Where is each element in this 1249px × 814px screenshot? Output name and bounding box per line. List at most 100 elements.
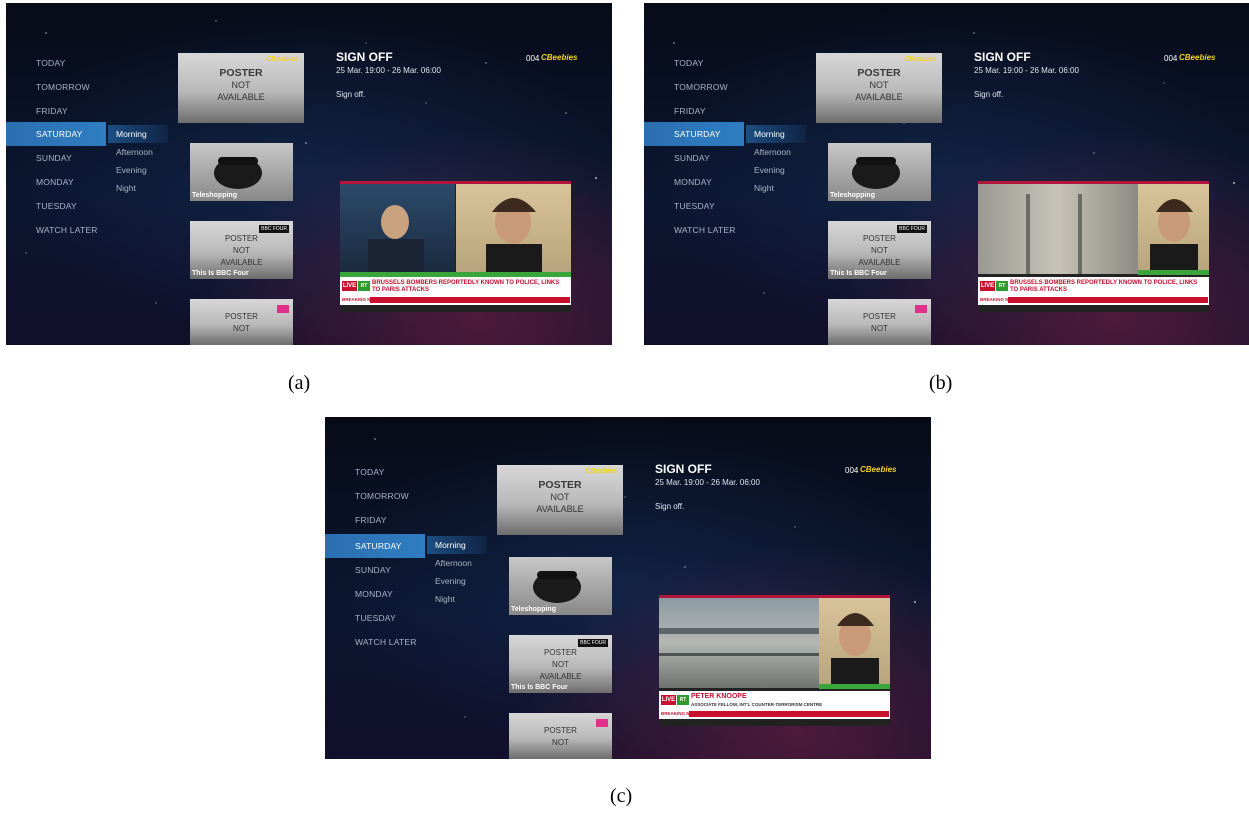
channel-logo: CBeebies	[860, 465, 897, 474]
menu-sunday[interactable]: SUNDAY	[6, 146, 106, 170]
programme-time: 25 Mar. 19:00 - 26 Mar. 06:00	[655, 478, 760, 487]
airport-footage-feed	[659, 598, 819, 688]
menu-friday[interactable]: FRIDAY	[6, 99, 106, 123]
poster-line3: AVAILABLE	[536, 504, 584, 514]
channel-number: 004	[1164, 54, 1178, 63]
menu-tuesday[interactable]: TUESDAY	[325, 606, 425, 630]
bbc-four-thumbnail[interactable]: POSTER NOT AVAILABLE BBC FOUR This Is BB…	[828, 221, 931, 279]
live-preview[interactable]: LIVE RT BRUSSELS BOMBERS REPORTEDLY KNOW…	[340, 181, 571, 312]
teleshopping-thumbnail[interactable]: Teleshopping	[509, 557, 612, 615]
menu-friday[interactable]: FRIDAY	[325, 508, 425, 532]
guest-feed	[456, 184, 571, 274]
period-night[interactable]: Night	[108, 179, 168, 197]
poster-line2: NOT	[869, 80, 889, 90]
live-preview[interactable]: LIVE RT PETER KNOOPE ASSOCIATE FELLOW, I…	[659, 595, 890, 726]
rt-badge: RT	[996, 281, 1008, 291]
menu-tuesday[interactable]: TUESDAY	[644, 194, 744, 218]
menu-monday[interactable]: MONDAY	[325, 582, 425, 606]
menu-friday[interactable]: FRIDAY	[644, 99, 744, 123]
poster-next[interactable]: POSTER NOT	[509, 713, 612, 759]
screen-c: TODAY TOMORROW FRIDAY SATURDAY SUNDAY MO…	[325, 417, 931, 759]
poster-selected[interactable]: POSTER NOT AVAILABLE CBeebies	[178, 53, 304, 123]
programme-description: Sign off.	[655, 502, 685, 511]
poster-selected[interactable]: POSTER NOT AVAILABLE CBeebies	[497, 465, 623, 535]
poster-line1: POSTER	[538, 479, 582, 491]
screen-b: TODAY TOMORROW FRIDAY SATURDAY SUNDAY MO…	[644, 3, 1249, 345]
caption-a: (a)	[288, 372, 311, 394]
poster-selected[interactable]: POSTER NOT AVAILABLE CBeebies	[816, 53, 942, 123]
channel-number: 004	[845, 466, 859, 475]
period-morning[interactable]: Morning	[427, 536, 487, 554]
menu-today[interactable]: TODAY	[325, 460, 425, 484]
poster-line3: AVAILABLE	[855, 92, 903, 102]
menu-monday[interactable]: MONDAY	[6, 170, 106, 194]
bbc-four-poster-line2: NOT	[552, 660, 569, 669]
poster-next[interactable]: POSTER NOT	[828, 299, 931, 345]
name-strip	[819, 684, 890, 689]
poster-line2: NOT	[231, 80, 251, 90]
building-footage-icon	[1026, 194, 1082, 274]
menu-watch-later[interactable]: WATCH LATER	[644, 218, 744, 242]
period-afternoon[interactable]: Afternoon	[427, 554, 487, 572]
period-evening[interactable]: Evening	[746, 161, 806, 179]
menu-saturday[interactable]: SATURDAY	[6, 122, 106, 146]
period-afternoon[interactable]: Afternoon	[108, 143, 168, 161]
bbc-four-poster-line1: POSTER	[863, 234, 896, 243]
next-channel-badge	[277, 305, 289, 313]
anchor-icon	[368, 205, 424, 274]
teleshopping-thumbnail[interactable]: Teleshopping	[190, 143, 293, 201]
period-afternoon[interactable]: Afternoon	[746, 143, 806, 161]
programme-title: SIGN OFF	[336, 50, 393, 64]
menu-today[interactable]: TODAY	[6, 51, 106, 75]
menu-saturday[interactable]: SATURDAY	[325, 534, 425, 558]
bbc-four-title: This Is BBC Four	[511, 684, 568, 691]
menu-watch-later[interactable]: WATCH LATER	[6, 218, 106, 242]
poster-line1: POSTER	[857, 67, 901, 79]
screen-a: TODAY TOMORROW FRIDAY SATURDAY SUNDAY MO…	[6, 3, 612, 345]
news-ticker	[1008, 297, 1208, 303]
news-headline: BRUSSELS BOMBERS REPORTEDLY KNOWN TO POL…	[1010, 280, 1198, 293]
cbeebies-logo: CBeebies	[266, 56, 298, 63]
menu-watch-later[interactable]: WATCH LATER	[325, 630, 425, 654]
menu-sunday[interactable]: SUNDAY	[644, 146, 744, 170]
period-morning[interactable]: Morning	[746, 125, 806, 143]
period-night[interactable]: Night	[746, 179, 806, 197]
bbc-four-title: This Is BBC Four	[830, 270, 887, 277]
live-badge: LIVE	[661, 695, 676, 705]
bbc-four-logo: BBC FOUR	[897, 225, 927, 233]
menu-monday[interactable]: MONDAY	[644, 170, 744, 194]
menu-tomorrow[interactable]: TOMORROW	[644, 75, 744, 99]
bbc-four-thumbnail[interactable]: POSTER NOT AVAILABLE BBC FOUR This Is BB…	[190, 221, 293, 279]
menu-sunday[interactable]: SUNDAY	[325, 558, 425, 582]
channel-logo: CBeebies	[541, 53, 578, 62]
teleshopping-title: Teleshopping	[830, 192, 875, 199]
period-morning[interactable]: Morning	[108, 125, 168, 143]
live-preview[interactable]: LIVE RT BRUSSELS BOMBERS REPORTEDLY KNOW…	[978, 181, 1209, 312]
menu-saturday[interactable]: SATURDAY	[644, 122, 744, 146]
poster-line3: AVAILABLE	[217, 92, 265, 102]
teleshopping-thumbnail[interactable]: Teleshopping	[828, 143, 931, 201]
guest-icon	[831, 613, 879, 688]
menu-tomorrow[interactable]: TOMORROW	[325, 484, 425, 508]
programme-title: SIGN OFF	[974, 50, 1031, 64]
news-studio-feed	[340, 184, 455, 274]
programme-time: 25 Mar. 19:00 - 26 Mar. 06:00	[974, 66, 1079, 75]
rt-badge: RT	[677, 695, 689, 705]
period-evening[interactable]: Evening	[427, 572, 487, 590]
period-night[interactable]: Night	[427, 590, 487, 608]
next-channel-badge	[915, 305, 927, 313]
live-badge: LIVE	[980, 281, 995, 291]
news-headline: BRUSSELS BOMBERS REPORTEDLY KNOWN TO POL…	[372, 280, 560, 293]
bbc-four-thumbnail[interactable]: POSTER NOT AVAILABLE BBC FOUR This Is BB…	[509, 635, 612, 693]
cbeebies-logo: CBeebies	[585, 468, 617, 475]
period-evening[interactable]: Evening	[108, 161, 168, 179]
menu-tuesday[interactable]: TUESDAY	[6, 194, 106, 218]
programme-title: SIGN OFF	[655, 462, 712, 476]
poster-next[interactable]: POSTER NOT	[190, 299, 293, 345]
news-ticker	[370, 297, 570, 303]
menu-tomorrow[interactable]: TOMORROW	[6, 75, 106, 99]
menu-today[interactable]: TODAY	[644, 51, 744, 75]
next-channel-badge	[596, 719, 608, 727]
next-poster-line2: NOT	[552, 738, 569, 747]
next-poster-line2: NOT	[233, 324, 250, 333]
